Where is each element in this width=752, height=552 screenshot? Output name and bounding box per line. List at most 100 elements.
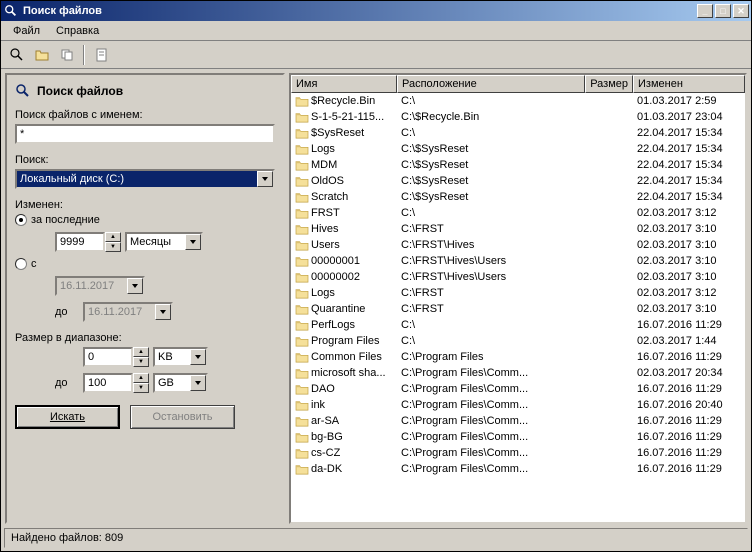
spinner-down[interactable]: ▼ — [133, 357, 149, 367]
minimize-button[interactable]: _ — [697, 4, 713, 18]
toolbar-open-folder[interactable] — [30, 44, 53, 66]
size-to-input[interactable] — [83, 373, 133, 393]
modified-label: Изменен: — [15, 199, 275, 211]
radio-last[interactable] — [15, 214, 27, 226]
table-row[interactable]: LogsC:\$SysReset22.04.2017 15:34 — [291, 141, 745, 157]
table-row[interactable]: UsersC:\FRST\Hives02.03.2017 3:10 — [291, 237, 745, 253]
folder-icon — [295, 223, 309, 235]
panel-header: Поиск файлов — [15, 83, 275, 99]
toolbar-copy[interactable] — [55, 44, 78, 66]
chevron-down-icon[interactable] — [185, 234, 201, 250]
spinner-up[interactable]: ▲ — [105, 232, 121, 242]
table-row[interactable]: LogsC:\FRST02.03.2017 3:12 — [291, 285, 745, 301]
row-modified: 16.07.2016 11:29 — [633, 447, 745, 459]
chevron-down-icon[interactable] — [155, 304, 171, 320]
row-modified: 16.07.2016 11:29 — [633, 431, 745, 443]
table-row[interactable]: bg-BGC:\Program Files\Comm...16.07.2016 … — [291, 429, 745, 445]
radio-from[interactable] — [15, 258, 27, 270]
last-unit-combo[interactable]: Месяцы — [125, 232, 203, 252]
table-row[interactable]: S-1-5-21-115...C:\$Recycle.Bin01.03.2017… — [291, 109, 745, 125]
spinner-down[interactable]: ▼ — [105, 242, 121, 252]
menu-help[interactable]: Справка — [48, 23, 107, 39]
table-row[interactable]: $SysResetC:\22.04.2017 15:34 — [291, 125, 745, 141]
spinner-down[interactable]: ▼ — [133, 383, 149, 393]
table-row[interactable]: Common FilesC:\Program Files16.07.2016 1… — [291, 349, 745, 365]
folder-icon — [295, 143, 309, 155]
chevron-down-icon[interactable] — [190, 349, 206, 365]
table-row[interactable]: QuarantineC:\FRST02.03.2017 3:10 — [291, 301, 745, 317]
radio-last-label: за последние — [31, 214, 100, 226]
date-from-combo[interactable]: 16.11.2017 — [55, 276, 145, 296]
titlebar: Поиск файлов _ □ ✕ — [1, 1, 751, 21]
spinner-up[interactable]: ▲ — [133, 373, 149, 383]
chevron-down-icon[interactable] — [127, 278, 143, 294]
chevron-down-icon[interactable] — [257, 171, 273, 187]
row-location: C:\$SysReset — [397, 143, 585, 155]
row-name: bg-BG — [311, 431, 343, 443]
row-modified: 02.03.2017 3:10 — [633, 271, 745, 283]
folder-icon — [295, 335, 309, 347]
row-name: ink — [311, 399, 325, 411]
last-number-input[interactable] — [55, 232, 105, 252]
table-row[interactable]: da-DKC:\Program Files\Comm...16.07.2016 … — [291, 461, 745, 477]
th-name[interactable]: Имя — [291, 75, 397, 93]
folder-icon — [295, 207, 309, 219]
toolbar-properties[interactable] — [90, 44, 113, 66]
size-from-unit[interactable]: KB — [153, 347, 208, 367]
spinner-up[interactable]: ▲ — [133, 347, 149, 357]
table-row[interactable]: 00000001C:\FRST\Hives\Users02.03.2017 3:… — [291, 253, 745, 269]
table-row[interactable]: DAOC:\Program Files\Comm...16.07.2016 11… — [291, 381, 745, 397]
last-number-spinner[interactable]: ▲▼ — [55, 232, 121, 252]
row-name: MDM — [311, 159, 337, 171]
size-to-spinner[interactable]: ▲▼ — [83, 373, 149, 393]
table-row[interactable]: 00000002C:\FRST\Hives\Users02.03.2017 3:… — [291, 269, 745, 285]
search-location-combo[interactable]: Локальный диск (C:) — [15, 169, 275, 189]
size-to-unit[interactable]: GB — [153, 373, 208, 393]
table-row[interactable]: ar-SAC:\Program Files\Comm...16.07.2016 … — [291, 413, 745, 429]
table-row[interactable]: PerfLogsC:\16.07.2016 11:29 — [291, 317, 745, 333]
app-icon — [3, 3, 19, 19]
row-name: Scratch — [311, 191, 348, 203]
table-row[interactable]: OldOSC:\$SysReset22.04.2017 15:34 — [291, 173, 745, 189]
menu-file[interactable]: Файл — [5, 23, 48, 39]
row-location: C:\ — [397, 207, 585, 219]
size-from-input[interactable] — [83, 347, 133, 367]
search-icon — [15, 83, 31, 99]
folder-icon — [295, 95, 309, 107]
table-row[interactable]: $Recycle.BinC:\01.03.2017 2:59 — [291, 93, 745, 109]
table-header: Имя Расположение Размер Изменен — [291, 75, 745, 93]
stop-button[interactable]: Остановить — [130, 405, 235, 429]
close-button[interactable]: ✕ — [733, 4, 749, 18]
table-row[interactable]: cs-CZC:\Program Files\Comm...16.07.2016 … — [291, 445, 745, 461]
row-modified: 02.03.2017 3:12 — [633, 207, 745, 219]
table-row[interactable]: Program FilesC:\02.03.2017 1:44 — [291, 333, 745, 349]
size-from-spinner[interactable]: ▲▼ — [83, 347, 149, 367]
row-location: C:\FRST\Hives\Users — [397, 255, 585, 267]
search-button[interactable]: Искать — [15, 405, 120, 429]
table-row[interactable]: FRSTC:\02.03.2017 3:12 — [291, 205, 745, 221]
table-row[interactable]: ScratchC:\$SysReset22.04.2017 15:34 — [291, 189, 745, 205]
row-modified: 16.07.2016 11:29 — [633, 351, 745, 363]
row-location: C:\Program Files\Comm... — [397, 383, 585, 395]
table-row[interactable]: MDMC:\$SysReset22.04.2017 15:34 — [291, 157, 745, 173]
search-in-label: Поиск: — [15, 154, 275, 166]
th-location[interactable]: Расположение — [397, 75, 585, 93]
table-row[interactable]: microsoft sha...C:\Program Files\Comm...… — [291, 365, 745, 381]
name-input[interactable] — [15, 124, 275, 144]
row-modified: 02.03.2017 20:34 — [633, 367, 745, 379]
date-to-combo[interactable]: 16.11.2017 — [83, 302, 173, 322]
folder-icon — [295, 367, 309, 379]
th-size[interactable]: Размер — [585, 75, 633, 93]
table-row[interactable]: HivesC:\FRST02.03.2017 3:10 — [291, 221, 745, 237]
folder-icon — [295, 271, 309, 283]
maximize-button[interactable]: □ — [715, 4, 731, 18]
table-row[interactable]: inkC:\Program Files\Comm...16.07.2016 20… — [291, 397, 745, 413]
radio-from-label: с — [31, 258, 37, 270]
toolbar-search[interactable] — [5, 44, 28, 66]
th-modified[interactable]: Изменен — [633, 75, 745, 93]
main-window: Поиск файлов _ □ ✕ Файл Справка Поиск фа… — [0, 0, 752, 552]
row-modified: 02.03.2017 1:44 — [633, 335, 745, 347]
row-modified: 02.03.2017 3:12 — [633, 287, 745, 299]
chevron-down-icon[interactable] — [190, 375, 206, 391]
table-body[interactable]: $Recycle.BinC:\01.03.2017 2:59S-1-5-21-1… — [291, 93, 745, 522]
